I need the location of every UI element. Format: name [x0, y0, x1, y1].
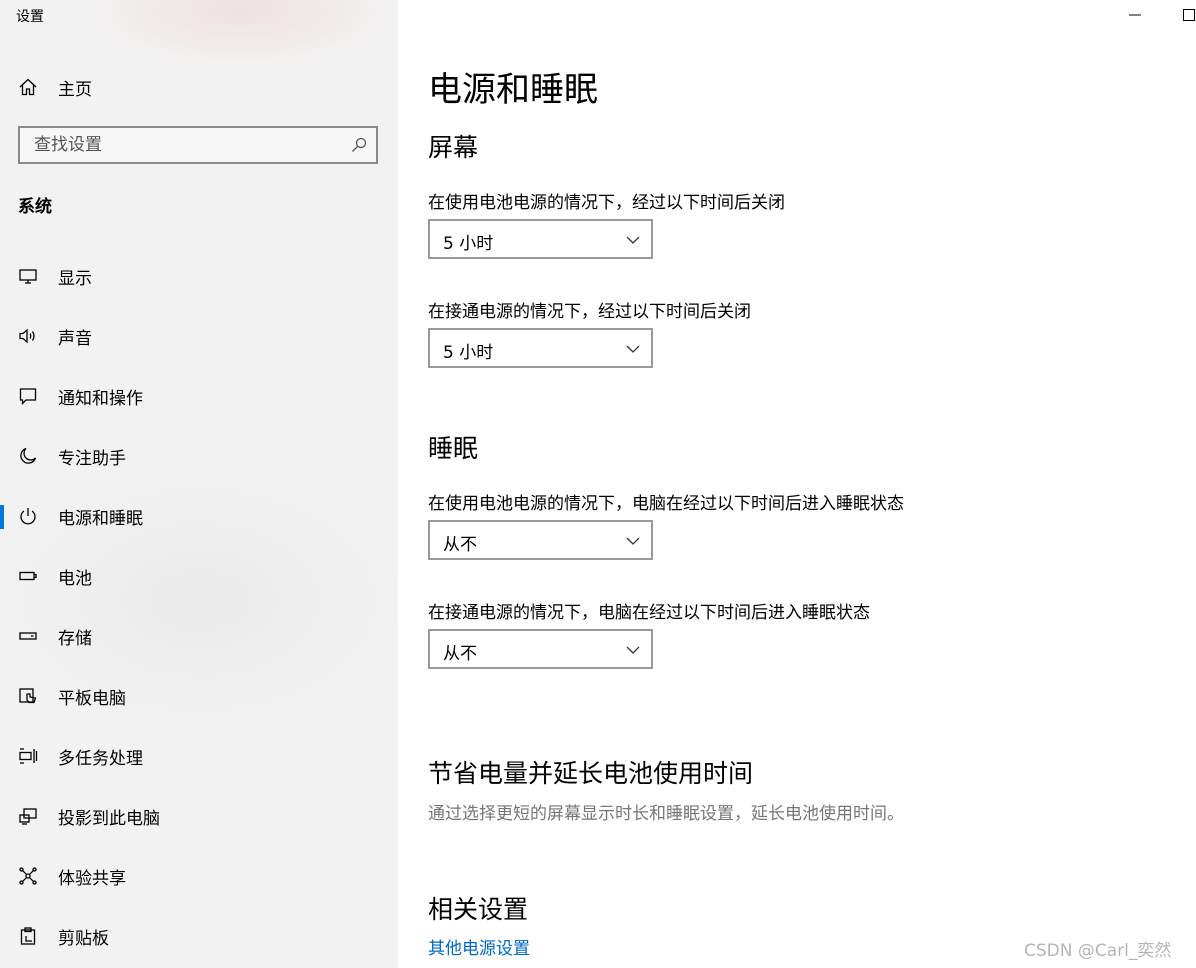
project-icon — [17, 805, 39, 827]
multitask-icon — [17, 745, 39, 767]
sleep-plugged-label: 在接通电源的情况下，电脑在经过以下时间后进入睡眠状态 — [428, 603, 870, 623]
dropdown-value: 从不 — [443, 644, 477, 664]
sidebar-home-label: 主页 — [58, 80, 92, 100]
sidebar-item-storage[interactable]: 存储 — [0, 606, 398, 666]
sidebar: 设置 主页 系统 显示 — [0, 0, 398, 968]
sidebar-item-label: 剪贴板 — [58, 929, 109, 949]
moon-icon — [17, 445, 39, 467]
sidebar-item-label: 存储 — [58, 629, 92, 649]
sidebar-item-label: 投影到此电脑 — [58, 809, 160, 829]
sidebar-item-home[interactable]: 主页 — [0, 66, 398, 108]
clipboard-icon — [17, 925, 39, 947]
home-icon — [17, 76, 39, 98]
save-power-description: 通过选择更短的屏幕显示时长和睡眠设置，延长电池使用时间。 — [428, 804, 904, 824]
speaker-icon — [17, 325, 39, 347]
sleep-plugged-dropdown[interactable]: 从不 — [428, 629, 653, 669]
screen-plugged-dropdown[interactable]: 5 小时 — [428, 328, 653, 368]
sidebar-item-label: 电池 — [58, 569, 92, 589]
maximize-icon — [1183, 9, 1195, 21]
sidebar-item-label: 多任务处理 — [58, 749, 143, 769]
screen-battery-label: 在使用电池电源的情况下，经过以下时间后关闭 — [428, 193, 785, 213]
sidebar-item-label: 显示 — [58, 269, 92, 289]
sleep-battery-label: 在使用电池电源的情况下，电脑在经过以下时间后进入睡眠状态 — [428, 494, 904, 514]
chevron-down-icon — [626, 537, 640, 545]
maximize-button[interactable] — [1166, 0, 1196, 30]
notification-icon — [17, 385, 39, 407]
watermark: CSDN @Carl_奕然 — [1024, 941, 1172, 961]
chevron-down-icon — [626, 646, 640, 654]
sidebar-item-power-sleep[interactable]: 电源和睡眠 — [0, 486, 398, 546]
sidebar-item-battery[interactable]: 电池 — [0, 546, 398, 606]
minimize-button[interactable] — [1112, 0, 1158, 30]
chevron-down-icon — [626, 236, 640, 244]
sidebar-item-focus-assist[interactable]: 专注助手 — [0, 426, 398, 486]
sidebar-item-display[interactable]: 显示 — [0, 246, 398, 306]
sidebar-item-shared-experiences[interactable]: 体验共享 — [0, 846, 398, 906]
search-icon[interactable] — [350, 136, 368, 154]
sidebar-item-label: 电源和睡眠 — [58, 509, 143, 529]
save-power-heading: 节省电量并延长电池使用时间 — [428, 759, 754, 788]
sidebar-item-label: 通知和操作 — [58, 389, 143, 409]
main-content: 电源和睡眠 屏幕 在使用电池电源的情况下，经过以下时间后关闭 5 小时 在接通电… — [398, 0, 1196, 968]
storage-icon — [17, 625, 39, 647]
sleep-heading: 睡眠 — [428, 434, 479, 463]
sidebar-item-label: 声音 — [58, 329, 92, 349]
chevron-down-icon — [626, 345, 640, 353]
tablet-icon — [17, 685, 39, 707]
sidebar-item-notifications[interactable]: 通知和操作 — [0, 366, 398, 426]
additional-power-settings-link[interactable]: 其他电源设置 — [428, 934, 530, 959]
share-icon — [17, 865, 39, 887]
dropdown-value: 5 小时 — [443, 234, 494, 254]
sidebar-item-label: 专注助手 — [58, 449, 126, 469]
related-settings-heading: 相关设置 — [428, 895, 529, 924]
sleep-battery-dropdown[interactable]: 从不 — [428, 520, 653, 560]
app-title: 设置 — [16, 9, 44, 25]
screen-heading: 屏幕 — [428, 133, 479, 162]
minimize-icon — [1129, 14, 1141, 16]
screen-plugged-label: 在接通电源的情况下，经过以下时间后关闭 — [428, 302, 751, 322]
sidebar-item-multitasking[interactable]: 多任务处理 — [0, 726, 398, 786]
sidebar-item-sound[interactable]: 声音 — [0, 306, 398, 366]
sidebar-item-tablet[interactable]: 平板电脑 — [0, 666, 398, 726]
section-title: 系统 — [18, 197, 52, 217]
battery-icon — [17, 565, 39, 587]
power-icon — [17, 505, 39, 527]
sidebar-item-label: 平板电脑 — [58, 689, 126, 709]
sidebar-nav: 显示 声音 通知和操作 专注助手 电源和睡眠 电池 存储 平板电脑 多任务处理 … — [0, 246, 398, 966]
dropdown-value: 5 小时 — [443, 343, 494, 363]
screen-battery-dropdown[interactable]: 5 小时 — [428, 219, 653, 259]
dropdown-value: 从不 — [443, 535, 477, 555]
search-box — [18, 126, 378, 164]
display-icon — [17, 265, 39, 287]
page-title: 电源和睡眠 — [428, 70, 598, 110]
search-input[interactable] — [20, 128, 340, 162]
sidebar-item-clipboard[interactable]: 剪贴板 — [0, 906, 398, 966]
sidebar-item-project[interactable]: 投影到此电脑 — [0, 786, 398, 846]
sidebar-item-label: 体验共享 — [58, 869, 126, 889]
